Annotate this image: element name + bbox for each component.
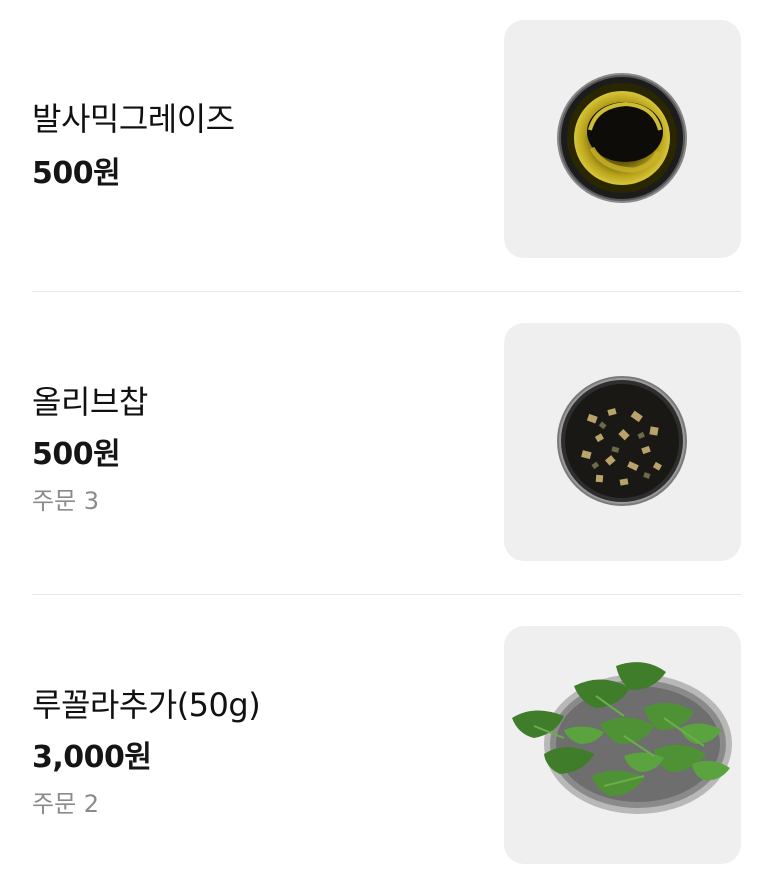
- divider: [32, 594, 741, 595]
- menu-item-arugula-add[interactable]: 루꼴라추가(50g) 3,000원 주문 2: [32, 626, 741, 864]
- menu-item-name: 올리브찹: [32, 383, 148, 421]
- menu-item-price: 3,000원: [32, 740, 152, 775]
- menu-list: 발사믹그레이즈 500원 올리브찹 500원 주문 3 루꼴라추가(50g) 3…: [0, 0, 773, 893]
- menu-item-price: 500원: [32, 156, 121, 191]
- menu-item-price: 500원: [32, 437, 121, 472]
- menu-item-order-count: 주문 3: [32, 487, 100, 515]
- menu-item-balsamic-glaze[interactable]: 발사믹그레이즈 500원: [32, 20, 741, 258]
- arugula-image[interactable]: [504, 626, 741, 864]
- balsamic-glaze-bowl-image: [557, 73, 687, 203]
- divider: [32, 291, 741, 292]
- menu-item-order-count: 주문 2: [32, 790, 100, 818]
- balsamic-glaze-image[interactable]: [504, 20, 741, 258]
- olive-chop-image[interactable]: [504, 323, 741, 561]
- chopped-olive-bowl-image: [557, 376, 687, 506]
- arugula-bowl-image: [512, 662, 732, 814]
- menu-item-olive-chop[interactable]: 올리브찹 500원 주문 3: [32, 323, 741, 561]
- menu-item-name: 루꼴라추가(50g): [32, 686, 261, 724]
- menu-item-name: 발사믹그레이즈: [32, 100, 235, 138]
